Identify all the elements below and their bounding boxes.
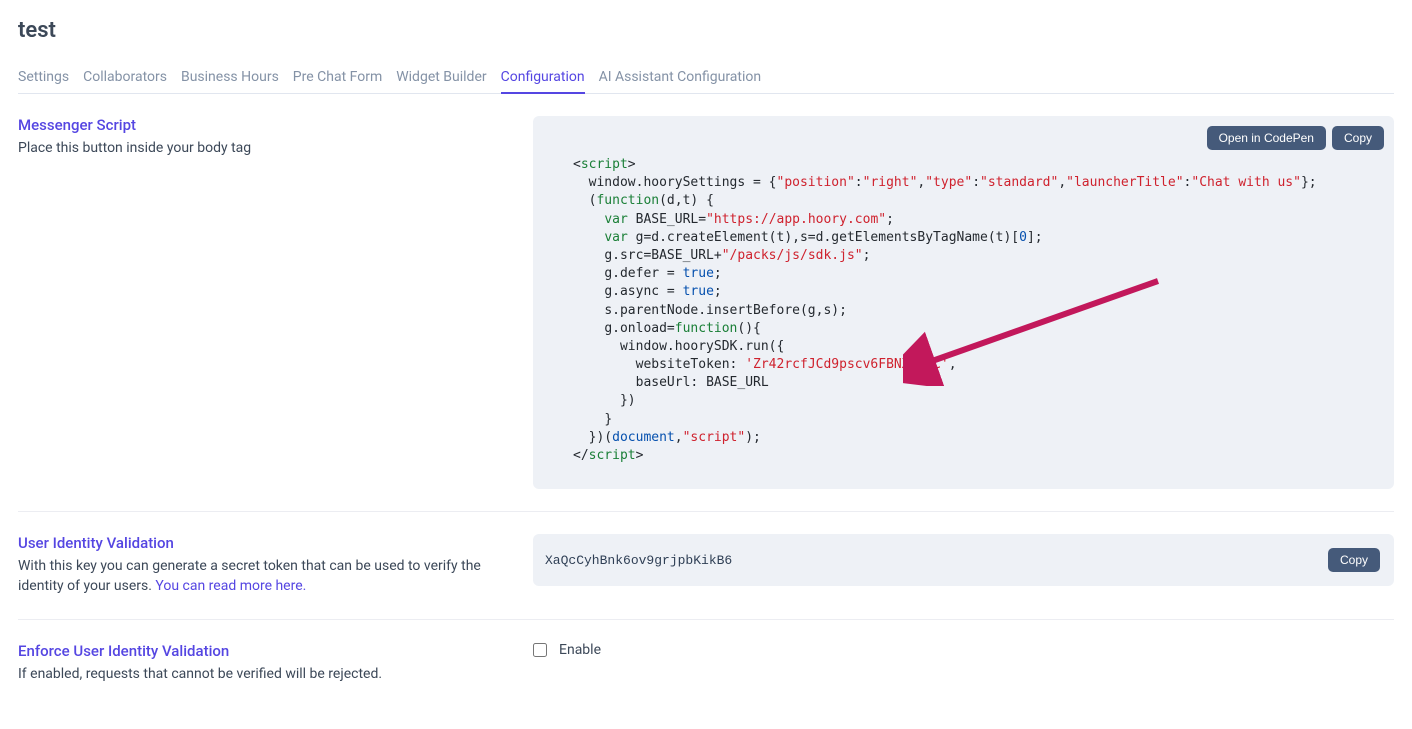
- tab-bar: Settings Collaborators Business Hours Pr…: [18, 61, 1394, 94]
- identity-key-value: XaQcCyhBnk6ov9grjpbKikB6: [545, 553, 732, 568]
- code-baseurl: https://app.hoory.com: [714, 212, 878, 227]
- tab-widget-builder[interactable]: Widget Builder: [396, 61, 486, 93]
- user-identity-read-more-link[interactable]: You can read more here.: [155, 578, 306, 594]
- code-type: standard: [988, 175, 1051, 190]
- user-identity-desc: With this key you can generate a secret …: [18, 556, 509, 597]
- identity-key-row: XaQcCyhBnk6ov9grjpbKikB6 Copy: [533, 534, 1394, 586]
- code-sdk: /packs/js/sdk.js: [730, 248, 855, 263]
- tab-settings[interactable]: Settings: [18, 61, 69, 93]
- section-messenger-script: Messenger Script Place this button insid…: [18, 94, 1394, 512]
- messenger-script-title: Messenger Script: [18, 116, 509, 134]
- enforce-checkbox-label: Enable: [559, 642, 601, 658]
- user-identity-title: User Identity Validation: [18, 534, 509, 552]
- tab-configuration[interactable]: Configuration: [501, 61, 585, 94]
- code-pre: <script> window.hoorySettings = {"positi…: [573, 156, 1370, 465]
- code-lt: Chat with us: [1199, 175, 1293, 190]
- open-in-codepen-button[interactable]: Open in CodePen: [1207, 126, 1326, 150]
- copy-script-button[interactable]: Copy: [1332, 126, 1384, 150]
- enforce-identity-desc: If enabled, requests that cannot be veri…: [18, 664, 509, 684]
- section-enforce-identity: Enforce User Identity Validation If enab…: [18, 620, 1394, 706]
- enforce-checkbox[interactable]: [533, 643, 547, 657]
- enforce-checkbox-row[interactable]: Enable: [533, 642, 1394, 658]
- tab-ai-assistant-configuration[interactable]: AI Assistant Configuration: [599, 61, 762, 93]
- page-title: test: [18, 18, 1394, 43]
- messenger-script-code: Open in CodePen Copy <script> window.hoo…: [533, 116, 1394, 489]
- messenger-script-desc: Place this button inside your body tag: [18, 138, 509, 158]
- section-user-identity: User Identity Validation With this key y…: [18, 512, 1394, 620]
- tab-pre-chat-form[interactable]: Pre Chat Form: [293, 61, 382, 93]
- tab-business-hours[interactable]: Business Hours: [181, 61, 279, 93]
- code-token: Zr42rcfJCd9pscv6FBNXvvHC: [753, 357, 941, 372]
- code-pos: right: [870, 175, 909, 190]
- enforce-identity-title: Enforce User Identity Validation: [18, 642, 509, 660]
- tab-collaborators[interactable]: Collaborators: [83, 61, 167, 93]
- copy-identity-key-button[interactable]: Copy: [1328, 548, 1380, 572]
